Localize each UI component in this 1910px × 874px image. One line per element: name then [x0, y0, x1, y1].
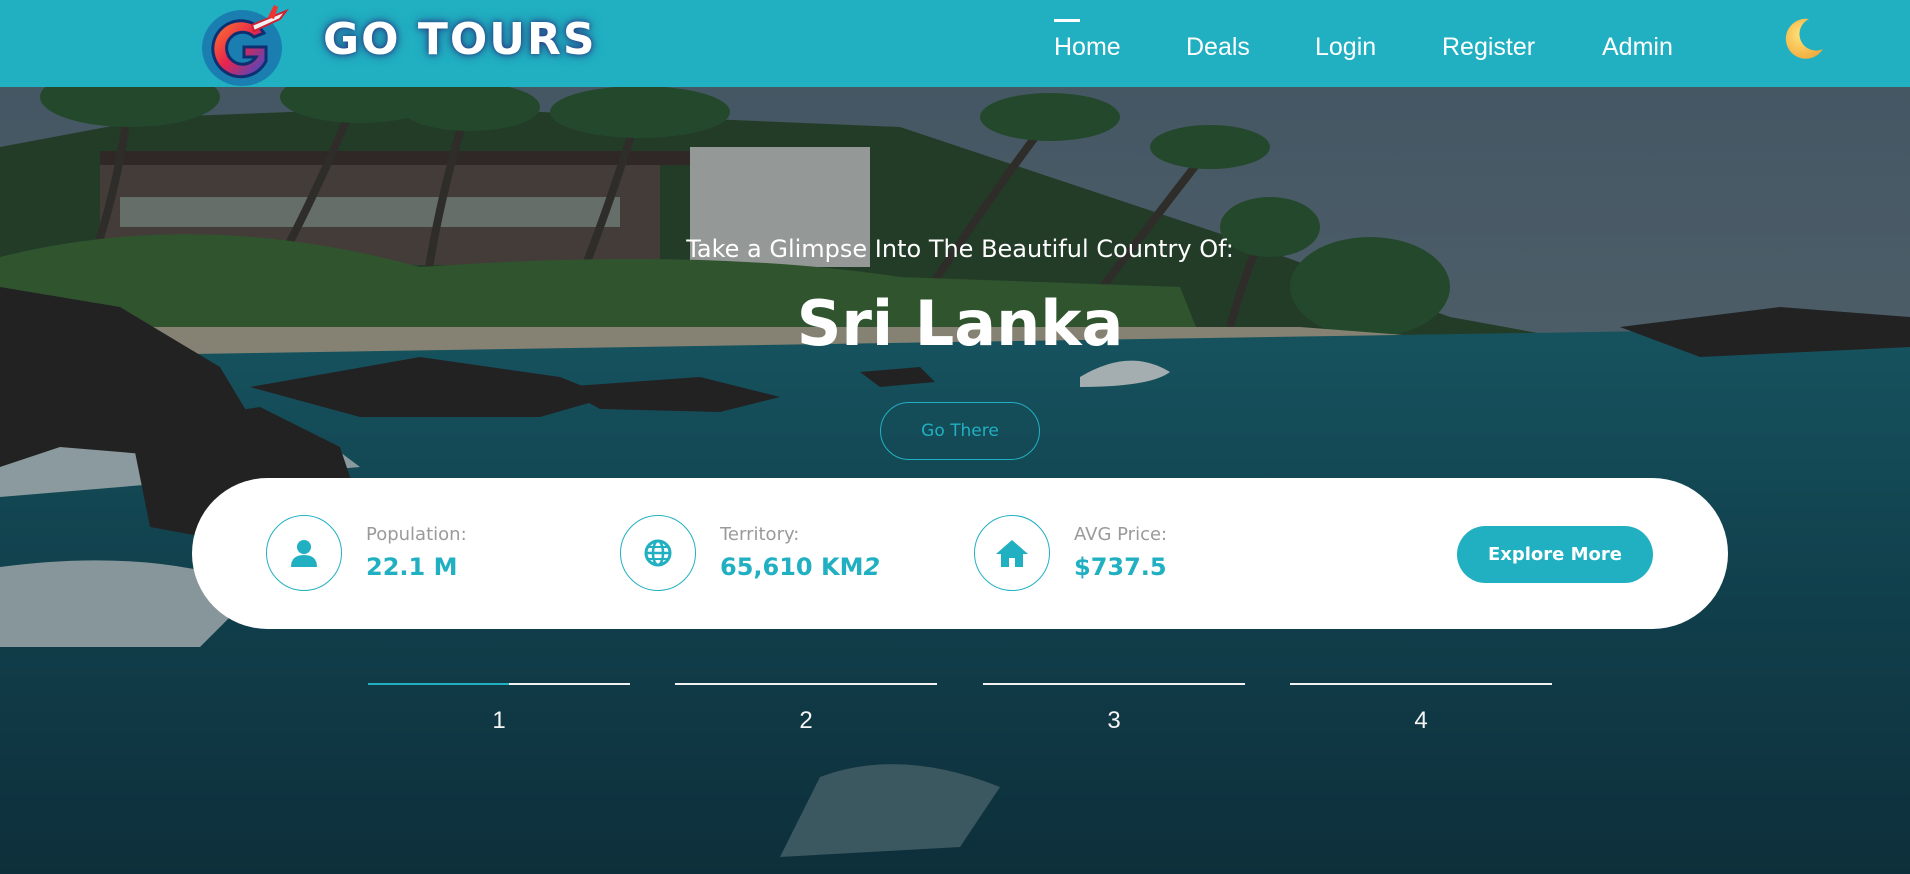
nav-register[interactable]: Register [1442, 30, 1535, 64]
nav-login[interactable]: Login [1315, 30, 1376, 64]
slide-tab-number: 2 [799, 707, 813, 734]
stat-icon-circle [974, 515, 1050, 591]
home-icon [996, 540, 1028, 567]
slide-tab-line [675, 683, 937, 685]
stat-icon-circle [266, 515, 342, 591]
globe-icon [644, 539, 672, 567]
slide-progress-bar [368, 683, 510, 685]
territory-value: 65,610 KM [720, 553, 864, 581]
slide-tab-4[interactable]: 4 [1290, 683, 1552, 743]
moon-icon[interactable] [1779, 15, 1827, 63]
hero-country-title: Sri Lanka [796, 287, 1124, 360]
slide-tab-number: 1 [492, 707, 506, 734]
stat-value: 65,610 KM2 [720, 553, 880, 581]
stat-label: AVG Price: [1074, 524, 1168, 545]
stat-icon-circle [620, 515, 696, 591]
explore-more-button[interactable]: Explore More [1457, 526, 1653, 583]
main-nav: Home Deals Login Register Admin [0, 19, 1910, 70]
go-there-button[interactable]: Go There [880, 402, 1040, 460]
slide-tab-number: 4 [1414, 707, 1428, 734]
top-navigation-bar: GO TOURS Home Deals Login Register Admin [0, 0, 1910, 87]
nav-admin[interactable]: Admin [1602, 30, 1673, 64]
nav-deals[interactable]: Deals [1186, 30, 1250, 64]
hero-tagline: Take a Glimpse Into The Beautiful Countr… [686, 235, 1234, 263]
slide-tab-1[interactable]: 1 [368, 683, 630, 743]
slide-tab-line [1290, 683, 1552, 685]
nav-home[interactable]: Home [1054, 30, 1121, 64]
active-nav-indicator [1054, 19, 1080, 22]
slide-tab-2[interactable]: 2 [675, 683, 937, 743]
territory-unit-suffix: 2 [863, 553, 881, 581]
stat-label: Territory: [720, 524, 800, 545]
stat-label: Population: [366, 524, 467, 545]
slide-tab-number: 3 [1107, 707, 1121, 734]
stat-value: 22.1 M [366, 553, 458, 581]
user-icon [291, 540, 317, 567]
country-stats-card: Population: 22.1 M Territory: 65,610 KM2… [192, 478, 1728, 629]
slide-tab-3[interactable]: 3 [983, 683, 1245, 743]
slide-tab-line [983, 683, 1245, 685]
stat-value: $737.5 [1074, 553, 1167, 581]
